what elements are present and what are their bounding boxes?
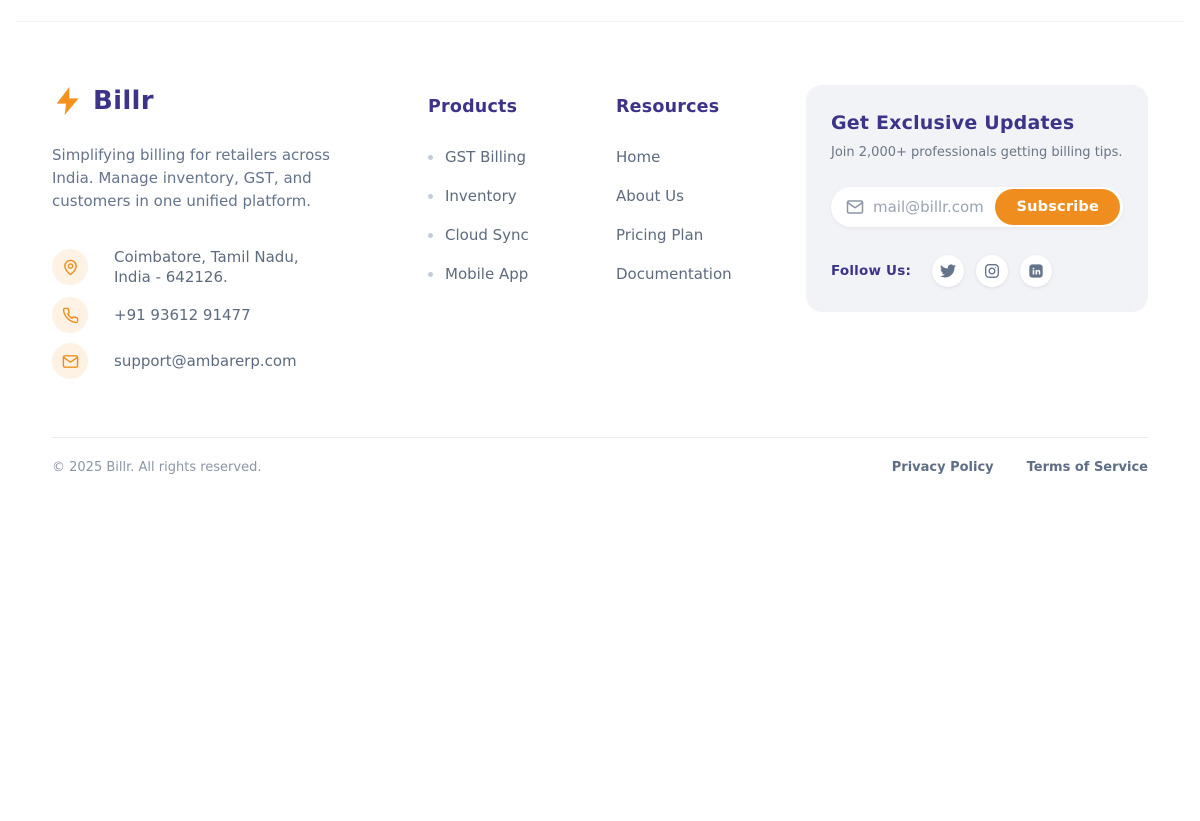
newsletter-title: Get Exclusive Updates	[831, 112, 1123, 134]
contact-list: Coimbatore, Tamil Nadu, India - 642126. …	[52, 247, 428, 379]
newsletter-card: Get Exclusive Updates Join 2,000+ profes…	[806, 85, 1148, 312]
brand-name: Billr	[93, 86, 154, 116]
follow-row: Follow Us:	[831, 255, 1123, 287]
footer-bottom-bar: © 2025 Billr. All rights reserved. Priva…	[52, 438, 1148, 475]
bullet-dot	[428, 233, 433, 238]
brand-column: Billr Simplifying billing for retailers …	[52, 85, 428, 379]
location-pin-icon	[52, 249, 88, 285]
address-text: Coimbatore, Tamil Nadu, India - 642126.	[114, 247, 299, 287]
link-home[interactable]: Home	[616, 148, 806, 166]
twitter-icon[interactable]	[932, 255, 964, 287]
resources-link-list: Home About Us Pricing Plan Documentation	[616, 148, 806, 283]
newsletter-subtitle: Join 2,000+ professionals getting billin…	[831, 145, 1123, 160]
link-mobile-app[interactable]: Mobile App	[428, 265, 616, 283]
email-text: support@ambarerp.com	[114, 351, 297, 371]
products-column: Products GST Billing Inventory Cloud Syn…	[428, 85, 616, 304]
phone-icon	[52, 297, 88, 333]
footer: Billr Simplifying billing for retailers …	[0, 22, 1200, 379]
contact-row-phone[interactable]: +91 93612 91477	[52, 297, 428, 333]
contact-row-address: Coimbatore, Tamil Nadu, India - 642126.	[52, 247, 428, 287]
resources-column: Resources Home About Us Pricing Plan Doc…	[616, 85, 806, 304]
brand-tagline: Simplifying billing for retailers across…	[52, 144, 364, 213]
brand-logo[interactable]: Billr	[52, 85, 428, 117]
link-cloud-sync[interactable]: Cloud Sync	[428, 226, 616, 244]
products-title: Products	[428, 97, 616, 117]
email-input[interactable]	[873, 198, 1013, 216]
link-gst-billing[interactable]: GST Billing	[428, 148, 616, 166]
terms-of-service-link[interactable]: Terms of Service	[1027, 460, 1148, 475]
linkedin-icon[interactable]	[1020, 255, 1052, 287]
copyright-text: © 2025 Billr. All rights reserved.	[52, 460, 261, 475]
bullet-dot	[428, 272, 433, 277]
instagram-icon[interactable]	[976, 255, 1008, 287]
bullet-dot	[428, 194, 433, 199]
contact-row-email[interactable]: support@ambarerp.com	[52, 343, 428, 379]
follow-us-label: Follow Us:	[831, 263, 911, 279]
privacy-policy-link[interactable]: Privacy Policy	[892, 460, 994, 475]
products-link-list: GST Billing Inventory Cloud Sync Mobile …	[428, 148, 616, 283]
legal-links: Privacy Policy Terms of Service	[892, 460, 1148, 475]
resources-title: Resources	[616, 97, 806, 117]
social-list	[932, 255, 1052, 287]
bullet-dot	[428, 155, 433, 160]
mail-input-icon	[846, 198, 864, 216]
link-about-us[interactable]: About Us	[616, 187, 806, 205]
link-pricing-plan[interactable]: Pricing Plan	[616, 226, 806, 244]
subscribe-button[interactable]: Subscribe	[995, 189, 1120, 225]
link-documentation[interactable]: Documentation	[616, 265, 806, 283]
phone-text: +91 93612 91477	[114, 305, 251, 325]
lightning-bolt-icon	[52, 85, 84, 117]
subscribe-form: Subscribe	[831, 187, 1123, 227]
link-inventory[interactable]: Inventory	[428, 187, 616, 205]
mail-icon	[52, 343, 88, 379]
